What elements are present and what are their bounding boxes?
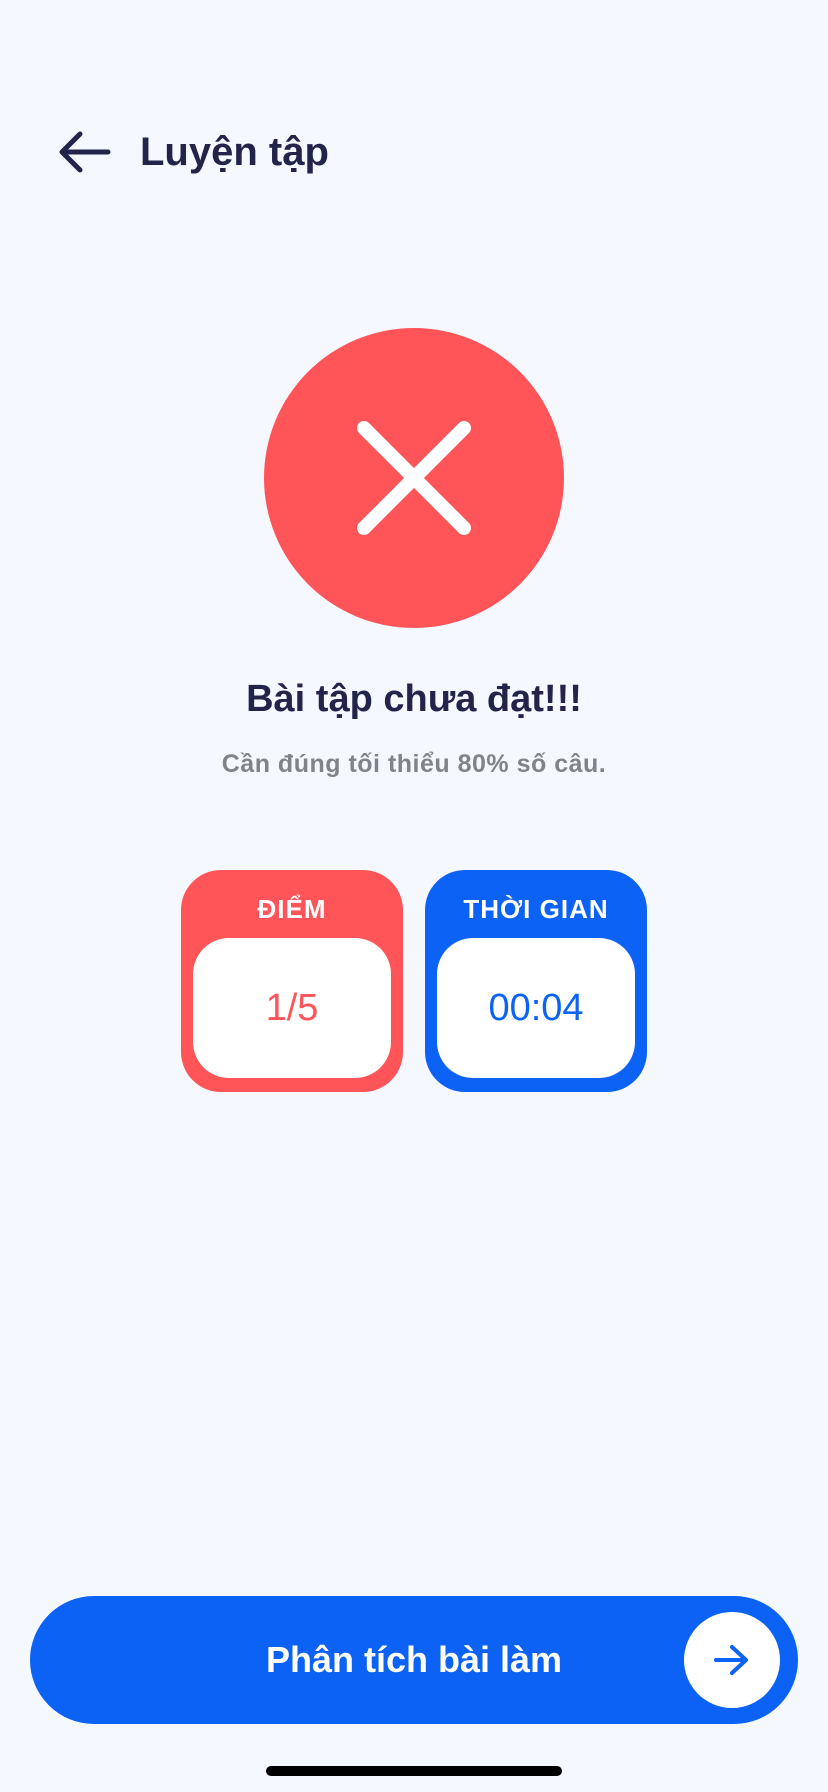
close-icon: [357, 421, 471, 535]
score-card: ĐIỂM 1/5: [181, 870, 403, 1092]
arrow-right-icon: [714, 1645, 748, 1675]
header: Luyện tập: [56, 120, 329, 184]
arrow-left-icon: [59, 131, 111, 173]
time-value: 00:04: [437, 938, 635, 1078]
result-status-badge: [264, 328, 564, 628]
analyze-button[interactable]: Phân tích bài làm: [30, 1596, 798, 1724]
score-value: 1/5: [193, 938, 391, 1078]
score-label: ĐIỂM: [257, 893, 327, 924]
analyze-button-label: Phân tích bài làm: [265, 1639, 563, 1680]
result-title: Bài tập chưa đạt!!!: [246, 678, 582, 720]
back-button[interactable]: [56, 120, 120, 184]
result-screen: Luyện tập Bài tập chưa đạt!!! Cần đúng t…: [0, 0, 828, 1792]
home-indicator: [266, 1766, 562, 1776]
time-label: THỜI GIAN: [463, 893, 609, 924]
arrow-button[interactable]: [684, 1612, 780, 1708]
result-subtitle: Cần đúng tối thiểu 80% số câu.: [221, 750, 607, 778]
time-card: THỜI GIAN 00:04: [425, 870, 647, 1092]
page-title: Luyện tập: [140, 129, 329, 174]
